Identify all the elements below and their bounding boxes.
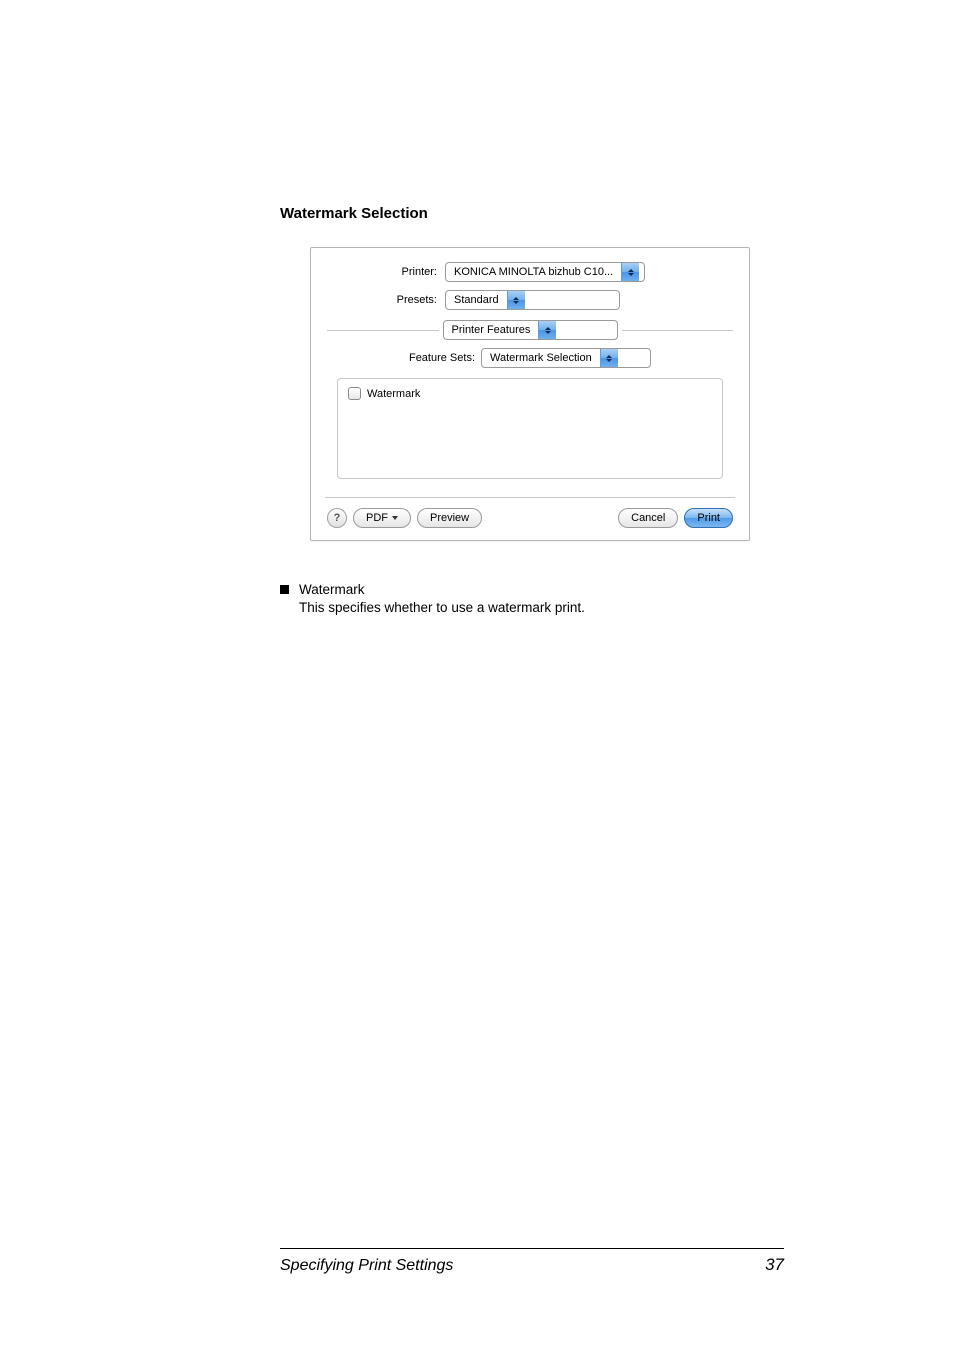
watermark-checkbox[interactable] (348, 387, 361, 400)
presets-select[interactable]: Standard (445, 290, 620, 310)
section-select-value: Printer Features (444, 321, 539, 339)
bullet-title: Watermark (299, 581, 365, 599)
divider (622, 330, 734, 331)
divider (327, 330, 439, 331)
chevron-updown-icon (621, 263, 639, 281)
watermark-checkbox-row: Watermark (348, 387, 712, 400)
divider (325, 497, 735, 498)
presets-label: Presets: (327, 294, 445, 306)
section-heading: Watermark Selection (280, 205, 784, 222)
pdf-menu-label: PDF (366, 512, 388, 524)
printer-row: Printer: KONICA MINOLTA bizhub C10... (327, 262, 733, 282)
dialog-button-row: ? PDF Preview Cancel Print (327, 508, 733, 528)
footer-row: Specifying Print Settings 37 (280, 1255, 784, 1275)
watermark-group: Watermark (337, 378, 723, 479)
chevron-updown-icon (600, 349, 618, 367)
help-button[interactable]: ? (327, 508, 347, 528)
feature-sets-select[interactable]: Watermark Selection (481, 348, 651, 368)
chevron-updown-icon (507, 291, 525, 309)
printer-select[interactable]: KONICA MINOLTA bizhub C10... (445, 262, 645, 282)
feature-sets-label: Feature Sets: (409, 352, 481, 364)
page-number: 37 (765, 1255, 784, 1275)
feature-sets-row: Feature Sets: Watermark Selection (327, 348, 733, 368)
watermark-checkbox-label: Watermark (367, 388, 420, 400)
chevron-down-icon (392, 516, 398, 520)
chevron-updown-icon (538, 321, 556, 339)
footer-rule (280, 1248, 784, 1249)
page: Watermark Selection Printer: KONICA MINO… (0, 0, 954, 1350)
printer-label: Printer: (327, 266, 445, 278)
feature-sets-select-value: Watermark Selection (482, 349, 600, 367)
cancel-button[interactable]: Cancel (618, 508, 678, 528)
pdf-menu-button[interactable]: PDF (353, 508, 411, 528)
presets-row: Presets: Standard (327, 290, 733, 310)
presets-select-value: Standard (446, 291, 507, 309)
section-row: Printer Features (327, 320, 733, 340)
cancel-button-label: Cancel (631, 512, 665, 524)
print-dialog: Printer: KONICA MINOLTA bizhub C10... Pr… (310, 247, 750, 541)
bullet-block: Watermark This specifies whether to use … (280, 581, 784, 617)
print-button[interactable]: Print (684, 508, 733, 528)
printer-select-value: KONICA MINOLTA bizhub C10... (446, 263, 621, 281)
page-footer: Specifying Print Settings 37 (280, 1248, 784, 1275)
preview-button-label: Preview (430, 512, 469, 524)
bullet-icon (280, 585, 289, 594)
footer-section-title: Specifying Print Settings (280, 1257, 453, 1275)
preview-button[interactable]: Preview (417, 508, 482, 528)
section-select[interactable]: Printer Features (443, 320, 618, 340)
bullet-body: This specifies whether to use a watermar… (299, 599, 784, 617)
bullet-row: Watermark (280, 581, 784, 599)
print-button-label: Print (697, 512, 720, 524)
help-icon: ? (334, 512, 341, 524)
